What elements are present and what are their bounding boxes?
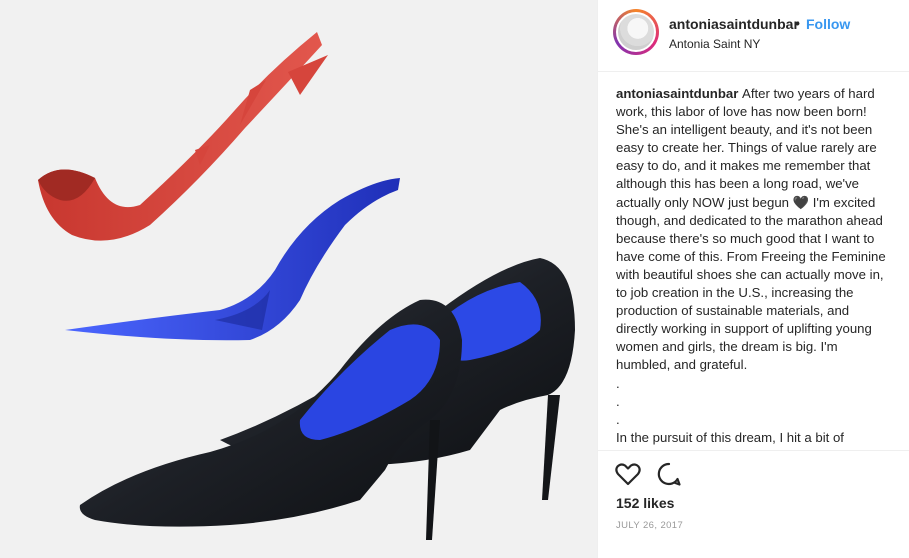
- caption-continuation: In the pursuit of this dream, I hit a bi…: [616, 429, 844, 445]
- separator-dot: •: [795, 15, 800, 31]
- caption-username[interactable]: antoniasaintdunbar: [616, 86, 742, 101]
- post-photo[interactable]: [0, 0, 597, 558]
- post-caption: antoniasaintdunbar After two years of ha…: [616, 85, 890, 449]
- follow-button[interactable]: Follow: [806, 16, 850, 32]
- comment-icon[interactable]: [654, 459, 684, 489]
- red-heel-cup: [38, 32, 328, 241]
- likes-count[interactable]: 152 likes: [616, 495, 674, 511]
- location-link[interactable]: Antonia Saint NY: [669, 37, 760, 51]
- shoe-illustration: [38, 32, 575, 540]
- post-date[interactable]: JULY 26, 2017: [616, 520, 683, 531]
- post-header: antoniasaintdunbar • Follow Antonia Sain…: [598, 0, 909, 72]
- post-details-panel: antoniasaintdunbar • Follow Antonia Sain…: [597, 0, 909, 558]
- caption-dot: .: [616, 375, 620, 391]
- username-link[interactable]: antoniasaintdunbar: [669, 16, 799, 32]
- post-actions: 152 likes JULY 26, 2017: [598, 450, 909, 558]
- caption-dot: .: [616, 393, 620, 409]
- avatar-image: [616, 12, 656, 52]
- caption-dot: .: [616, 411, 620, 427]
- caption-text: After two years of hard work, this labor…: [616, 86, 886, 373]
- avatar[interactable]: [613, 9, 659, 55]
- blue-insole: [65, 178, 400, 341]
- heart-icon[interactable]: [613, 459, 643, 489]
